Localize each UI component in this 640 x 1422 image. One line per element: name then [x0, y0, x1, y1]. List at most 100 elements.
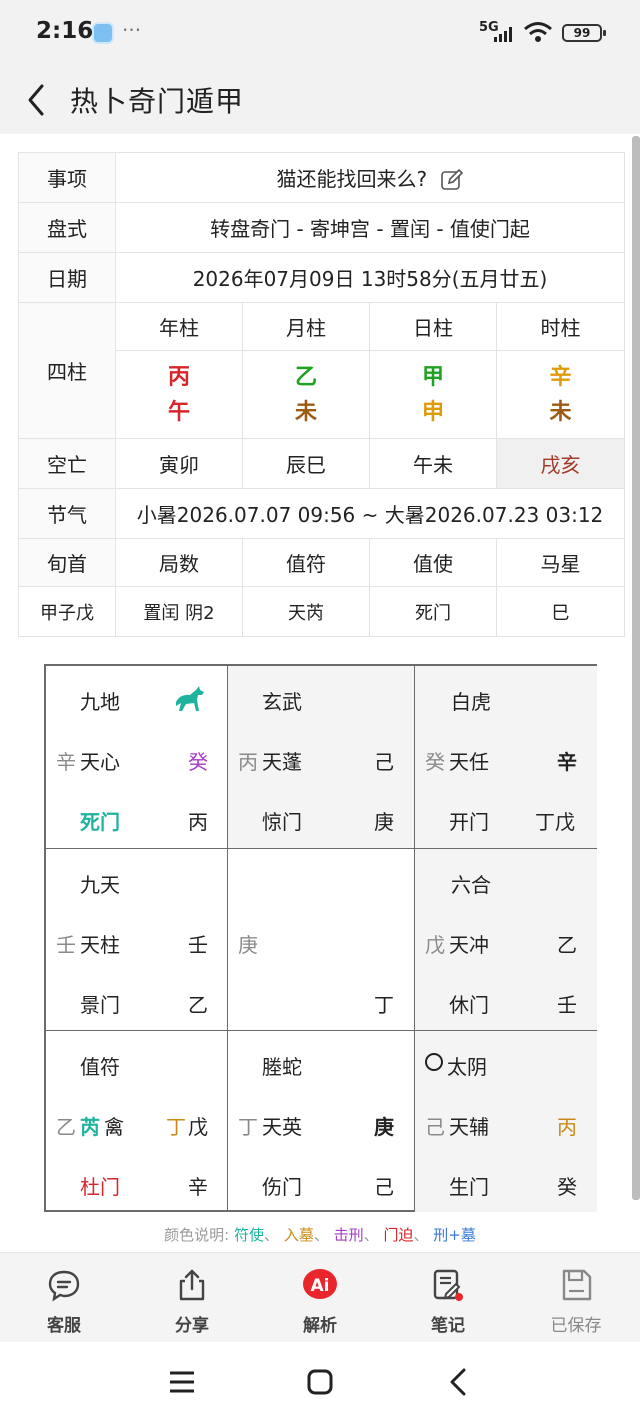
palace-door-right: 丁戊 — [535, 810, 575, 834]
layout-label: 盘式 — [18, 202, 116, 253]
share-button[interactable]: 分享 — [128, 1253, 256, 1343]
back-nav-icon[interactable] — [448, 1368, 468, 1396]
summary-header-4: 马星 — [495, 538, 626, 587]
more-notifications-icon: ··· — [122, 18, 142, 42]
palace-kun[interactable]: 白虎 癸 天任 辛 开门 丁戊 — [415, 666, 597, 849]
nine-palace-board: 九地 辛 天心 癸 死门 丙 玄武 丙 天蓬 己 惊门 庚 白虎 癸 天任 辛 … — [44, 664, 597, 1212]
palace-star-prefix: 戊 — [425, 933, 445, 957]
palace-door: 伤门 — [262, 1175, 302, 1199]
palace-god: 白虎 — [451, 690, 491, 714]
wifi-icon — [524, 22, 552, 42]
palace-center[interactable]: 庚 丁 — [228, 849, 415, 1031]
pillar-header-year: 年柱 — [115, 302, 243, 351]
matter-label: 事项 — [18, 152, 116, 203]
void-hour: 戌亥 — [495, 438, 626, 489]
pillar-year-stem: 丙 — [167, 364, 190, 390]
share-icon — [179, 1269, 205, 1301]
palace-door: 生门 — [449, 1175, 489, 1199]
summary-header-row: 旬首 局数 值符 值使 马星 — [18, 538, 626, 587]
palace-star-prefix: 丁 — [238, 1115, 258, 1139]
palace-god: 九地 — [80, 690, 120, 714]
matter-text: 猫还能找回来么? — [276, 166, 428, 191]
palace-star: 天蓬 — [262, 750, 302, 774]
void-year: 寅卯 — [115, 438, 243, 489]
legend-item: 入墓 — [283, 1226, 314, 1244]
scrollbar[interactable] — [632, 136, 640, 1200]
pillar-day-branch: 申 — [421, 399, 444, 425]
title-bar: 热卜奇门遁甲 — [0, 66, 640, 134]
palace-star-right: 庚 — [374, 1115, 394, 1139]
solar-row: 节气 小暑2026.07.07 09:56 ~ 大暑2026.07.23 03:… — [18, 488, 626, 539]
battery-icon: 99 — [562, 24, 606, 42]
app-notification-icon — [92, 22, 114, 44]
circle-marker-icon — [425, 1053, 443, 1071]
summary-value-1: 置闰 阴2 — [115, 586, 243, 637]
palace-star: 芮 — [80, 1115, 100, 1139]
info-table: 事项 猫还能找回来么? 盘式 转盘奇门 - 寄坤宫 - 置闰 - 值使门起 日期… — [18, 152, 626, 637]
palace-gen[interactable]: 值符 乙 芮 禽 丁 戊 杜门 辛 — [46, 1031, 228, 1212]
pillar-month-branch: 未 — [294, 399, 317, 425]
menu-icon[interactable] — [168, 1370, 196, 1394]
palace-zhen[interactable]: 九天 壬 天柱 壬 景门 乙 — [46, 849, 228, 1031]
matter-row: 事项 猫还能找回来么? — [18, 152, 626, 203]
palace-god: 值符 — [80, 1055, 120, 1079]
palace-door: 开门 — [449, 810, 489, 834]
palace-star-right: 己 — [374, 750, 394, 774]
palace-god: 六合 — [451, 873, 491, 897]
back-button[interactable] — [22, 80, 52, 120]
pillar-hour-branch: 未 — [549, 399, 572, 425]
palace-qian[interactable]: 太阴 己 天辅 丙 生门 癸 — [415, 1031, 597, 1212]
palace-star: 天辅 — [449, 1115, 489, 1139]
palace-star-right: 壬 — [188, 933, 208, 957]
palace-god: 塍蛇 — [262, 1055, 302, 1079]
home-icon[interactable] — [307, 1369, 333, 1395]
nav-label: 分享 — [175, 1316, 209, 1336]
palace-star-prefix: 癸 — [425, 750, 445, 774]
void-row: 空亡 寅卯 辰巳 午未 戌亥 — [18, 438, 626, 489]
layout-row: 盘式 转盘奇门 - 寄坤宫 - 置闰 - 值使门起 — [18, 202, 626, 253]
ai-icon: Ai — [303, 1269, 337, 1299]
palace-kan[interactable]: 塍蛇 丁 天英 庚 伤门 己 — [228, 1031, 415, 1212]
date-value: 2026年07月09日 13时58分(五月廿五) — [114, 252, 626, 303]
summary-value-0: 甲子戊 — [18, 586, 116, 637]
palace-star: 天任 — [449, 750, 489, 774]
void-day: 午未 — [369, 438, 497, 489]
customer-service-button[interactable]: 客服 — [0, 1253, 128, 1343]
palace-god: 玄武 — [262, 690, 302, 714]
layout-value: 转盘奇门 - 寄坤宫 - 置闰 - 值使门起 — [114, 202, 626, 253]
summary-header-0: 旬首 — [18, 538, 116, 587]
palace-center-right: 丁 — [374, 993, 394, 1017]
color-legend: 颜色说明: 符使、 入墓、 击刑、 门迫、 刑+墓 — [164, 1226, 476, 1244]
summary-header-2: 值符 — [242, 538, 370, 587]
chat-bubble-icon — [48, 1270, 80, 1302]
palace-li[interactable]: 玄武 丙 天蓬 己 惊门 庚 — [228, 666, 415, 849]
palace-star-right: 辛 — [557, 750, 577, 774]
saved-button[interactable]: 已保存 — [512, 1253, 640, 1343]
palace-star-prefix: 辛 — [56, 750, 76, 774]
palace-star-right: 癸 — [188, 750, 208, 774]
palace-god: 九天 — [80, 873, 120, 897]
palace-door-right: 癸 — [557, 1175, 577, 1199]
palace-star-right-b: 戊 — [188, 1115, 208, 1139]
edit-icon[interactable] — [440, 168, 464, 192]
palace-god: 太阴 — [447, 1055, 487, 1079]
note-icon — [433, 1269, 463, 1301]
matter-cell[interactable]: 猫还能找回来么? — [114, 152, 626, 203]
pillar-hour: 辛未 — [495, 350, 626, 439]
palace-star-right: 丙 — [557, 1115, 577, 1139]
main-content: 事项 猫还能找回来么? 盘式 转盘奇门 - 寄坤宫 - 置闰 - 值使门起 日期… — [0, 134, 640, 1252]
date-label: 日期 — [18, 252, 116, 303]
summary-header-3: 值使 — [369, 538, 497, 587]
palace-dui[interactable]: 六合 戊 天冲 乙 休门 壬 — [415, 849, 597, 1031]
analysis-button[interactable]: Ai 解析 — [256, 1253, 384, 1343]
palace-sun[interactable]: 九地 辛 天心 癸 死门 丙 — [46, 666, 228, 849]
pillar-header-month: 月柱 — [242, 302, 370, 351]
palace-door-right: 辛 — [188, 1175, 208, 1199]
palace-door: 休门 — [449, 993, 489, 1017]
notes-button[interactable]: 笔记 — [384, 1253, 512, 1343]
palace-door-right: 乙 — [188, 993, 208, 1017]
pillar-month-stem: 乙 — [294, 364, 317, 390]
void-month: 辰巳 — [242, 438, 370, 489]
legend-prefix: 颜色说明: — [164, 1226, 230, 1244]
status-bar: 2:16 ··· 5G 99 — [0, 0, 640, 66]
